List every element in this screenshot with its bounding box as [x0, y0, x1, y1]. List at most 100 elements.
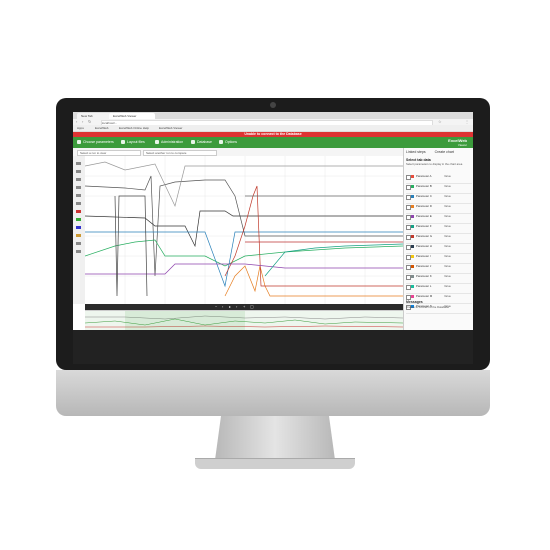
color-swatch [411, 295, 414, 298]
parameter-value: Value [444, 214, 451, 218]
parameter-value: Value [444, 224, 451, 228]
zoom-in-icon[interactable]: + [243, 305, 247, 309]
bookmark-item[interactable]: ExcelWeb Viewer [159, 126, 182, 130]
linked-steps-button[interactable]: Linked steps [406, 150, 426, 154]
parameter-value: Value [444, 194, 451, 198]
admin-icon [155, 140, 159, 145]
parameter-name: Parameter K [416, 274, 432, 278]
parameter-row[interactable]: Parameter G Value [406, 234, 472, 244]
forward-icon[interactable]: › [82, 120, 86, 124]
parameter-value: Value [444, 254, 451, 258]
app-toolbar: Choose parameters Layout files Administr… [73, 137, 473, 148]
play-icon[interactable]: ▸ [229, 305, 233, 309]
parameter-row[interactable]: Parameter E Value [406, 214, 472, 224]
parameter-name: Parameter B [416, 184, 432, 188]
parameter-value: Value [444, 204, 451, 208]
color-swatch [411, 265, 414, 268]
menu-icon[interactable]: ⋮ [465, 120, 469, 124]
parameter-row[interactable]: Parameter B Value [406, 184, 472, 194]
parameter-list: Parameter A Value Parameter B Value Paramete… [406, 174, 472, 314]
bookmark-item[interactable]: ExcelWeb [95, 126, 108, 130]
color-swatch [411, 205, 414, 208]
parameter-name: Parameter E [416, 214, 432, 218]
monitor-bezel: New Tab ExcelWeb Viewer ‹ › ↻ localhost/… [56, 98, 490, 370]
parameter-value: Value [444, 184, 451, 188]
parameter-name: Parameter G [416, 234, 433, 238]
color-swatch [411, 245, 414, 248]
tool-icons [76, 162, 81, 253]
toolbar-administration[interactable]: Administration [155, 140, 183, 145]
overview-navigator[interactable] [84, 310, 404, 331]
parameter-name: Parameter L [416, 284, 432, 288]
parameter-panel: Linked steps Create chart Select tab dat… [403, 148, 473, 330]
overview-chart [84, 311, 404, 331]
toolbar-database[interactable]: Database [191, 140, 212, 145]
messages-title: Messages [406, 300, 423, 304]
main-chart-area[interactable] [84, 156, 404, 304]
parameter-name: Parameter I [416, 254, 431, 258]
parameter-row[interactable]: Parameter A Value [406, 174, 472, 184]
zoom-out-icon[interactable]: − [215, 305, 219, 309]
parameter-row[interactable]: Parameter C Value [406, 194, 472, 204]
reload-icon[interactable]: ↻ [88, 120, 92, 124]
parameter-row[interactable]: Parameter L Value [406, 284, 472, 294]
parameter-value: Value [444, 284, 451, 288]
fit-icon[interactable]: ▢ [250, 305, 254, 309]
color-swatch [411, 185, 414, 188]
parameter-row[interactable]: Parameter F Value [406, 224, 472, 234]
parameter-value: Value [444, 294, 451, 298]
parameter-name: Parameter H [416, 244, 432, 248]
browser-tab-strip: New Tab ExcelWeb Viewer [73, 112, 473, 119]
color-swatch [411, 285, 414, 288]
parameter-value: Value [444, 174, 451, 178]
messages-text: Unable to connect to the Database [406, 305, 450, 309]
monitor-stand-neck [215, 416, 335, 460]
pan-right-icon[interactable]: › [236, 305, 240, 309]
parameter-row[interactable]: Parameter I Value [406, 254, 472, 264]
screen-bottom-area [73, 330, 473, 364]
bookmarks-bar: Apps ExcelWeb ExcelWeb Online Help Excel… [73, 125, 473, 132]
parameter-name: Parameter F [416, 224, 432, 228]
toolbar-layout-files[interactable]: Layout files [121, 140, 145, 145]
brand-logo: ExcelWeb Viewer [448, 138, 467, 148]
back-icon[interactable]: ‹ [76, 120, 80, 124]
monitor-stand-base [195, 458, 355, 469]
parameter-name: Parameter M [416, 294, 433, 298]
color-swatch [411, 275, 414, 278]
color-swatch [411, 175, 414, 178]
parameter-value: Value [444, 274, 451, 278]
parameter-value: Value [444, 264, 451, 268]
screen: New Tab ExcelWeb Viewer ‹ › ↻ localhost/… [73, 112, 473, 364]
panel-note: Select parameters to display in the char… [406, 162, 463, 166]
parameter-value: Value [444, 244, 451, 248]
parameter-row[interactable]: Parameter H Value [406, 244, 472, 254]
parameter-value: Value [444, 234, 451, 238]
webcam-icon [270, 102, 276, 108]
color-swatch [411, 235, 414, 238]
overview-selection[interactable] [125, 311, 245, 331]
parameters-icon [77, 140, 81, 145]
bookmark-item[interactable]: Apps [77, 126, 84, 130]
parameter-row[interactable]: Parameter K Value [406, 274, 472, 284]
parameter-row[interactable]: Parameter D Value [406, 204, 472, 214]
panel-buttons: Linked steps Create chart [406, 150, 454, 155]
color-swatch [411, 225, 414, 228]
toolbar-choose-parameters[interactable]: Choose parameters [77, 140, 114, 145]
parameter-name: Parameter J [416, 264, 432, 268]
parameter-name: Parameter D [416, 204, 432, 208]
trend-chart [84, 156, 404, 304]
create-chart-button[interactable]: Create chart [435, 150, 454, 154]
monitor-chin [56, 370, 490, 416]
color-swatch [411, 255, 414, 258]
options-icon [219, 140, 223, 145]
parameter-row[interactable]: Parameter J Value [406, 264, 472, 274]
toolbar-options[interactable]: Options [219, 140, 237, 145]
database-icon [191, 140, 195, 145]
bookmark-star-icon[interactable]: ☆ [438, 120, 442, 124]
parameter-name: Parameter C [416, 194, 432, 198]
parameter-name: Parameter A [416, 174, 432, 178]
bookmark-item[interactable]: ExcelWeb Online Help [119, 126, 149, 130]
color-swatch [411, 215, 414, 218]
layout-icon [121, 140, 125, 145]
pan-left-icon[interactable]: ‹ [222, 305, 226, 309]
